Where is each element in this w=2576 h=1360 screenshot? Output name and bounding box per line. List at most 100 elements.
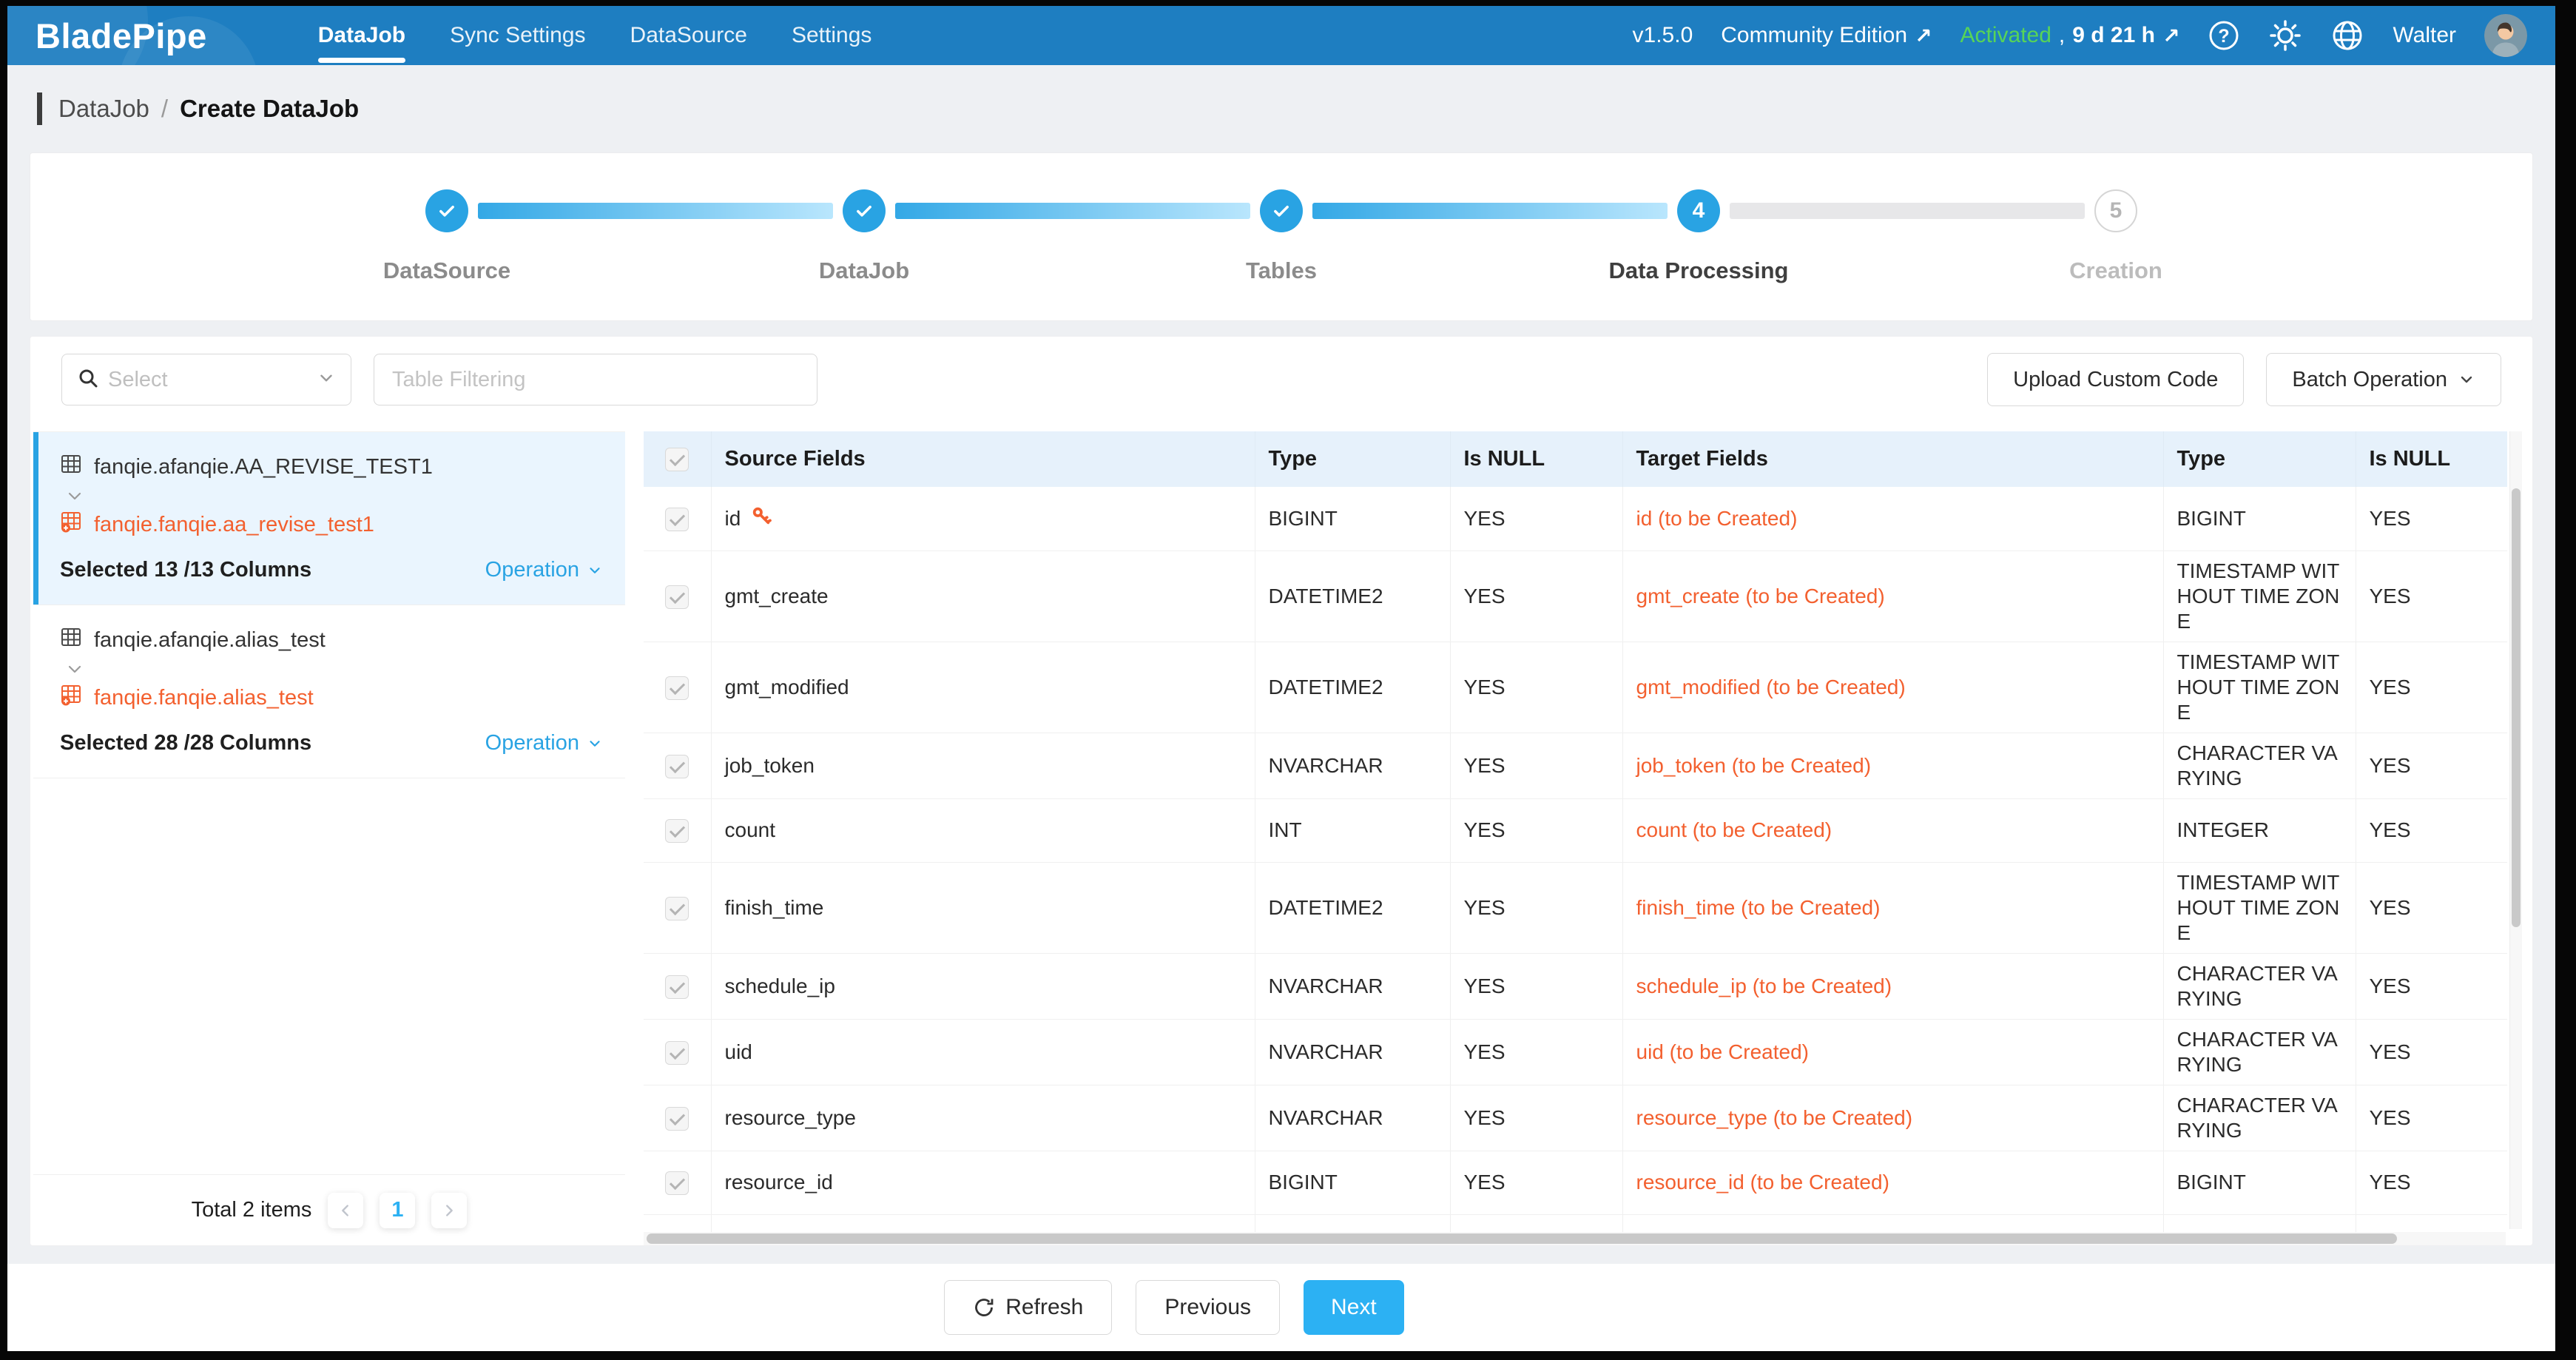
target-field-name[interactable]: resource_type (to be Created) (1622, 1085, 2163, 1151)
target-is-null-value: YES (2356, 487, 2507, 551)
source-table-icon (60, 626, 82, 654)
target-field-name[interactable]: id (to be Created) (1622, 487, 2163, 551)
row-checkbox[interactable] (665, 508, 689, 531)
breadcrumb-accent-bar (37, 92, 42, 125)
source-is-null-value: YES (1450, 1151, 1622, 1214)
nav-item-datasource[interactable]: DataSource (608, 6, 769, 65)
source-field-type: DATETIME2 (1255, 862, 1450, 953)
operation-dropdown[interactable]: Operation (485, 558, 603, 582)
nav-menu: DataJobSync SettingsDataSourceSettings (296, 6, 894, 65)
target-is-null-value: YES (2356, 1151, 2507, 1214)
field-table-row: schedule_ip NVARCHAR YES schedule_ip (to… (644, 953, 2507, 1019)
table-filtering-input[interactable] (374, 354, 817, 405)
target-is-null-value: YES (2356, 1019, 2507, 1085)
target-field-type: BIGINT (2163, 487, 2356, 551)
step-label-data-processing: Data Processing (1609, 257, 1789, 284)
step-indicator-datasource (425, 189, 468, 232)
source-field-name: finish_time (725, 895, 824, 920)
row-checkbox[interactable] (665, 676, 689, 700)
batch-operation-button[interactable]: Batch Operation (2266, 353, 2501, 406)
row-checkbox[interactable] (665, 585, 689, 609)
table-pair-card[interactable]: fanqie.afanqie.alias_test fanqie.fanqie.… (33, 605, 625, 778)
target-field-name[interactable]: gmt_create (to be Created) (1622, 551, 2163, 642)
source-field-type: NVARCHAR (1255, 1019, 1450, 1085)
source-field-type: NVARCHAR (1255, 733, 1450, 798)
target-field-name[interactable]: schedule_ip (to be Created) (1622, 953, 2163, 1019)
row-checkbox[interactable] (665, 975, 689, 999)
source-field-name: gmt_create (725, 584, 829, 609)
theme-sun-icon[interactable] (2268, 18, 2302, 53)
pagination-prev-button[interactable] (328, 1193, 363, 1228)
field-table-row: uid NVARCHAR YES uid (to be Created) CHA… (644, 1019, 2507, 1085)
target-field-name[interactable]: uid (to be Created) (1622, 1019, 2163, 1085)
source-field-name: count (725, 818, 776, 843)
target-field-name[interactable]: job_token (to be Created) (1622, 733, 2163, 798)
user-name[interactable]: Walter (2393, 23, 2456, 48)
column-header-target-fields: Target Fields (1622, 431, 2163, 487)
row-checkbox[interactable] (665, 1107, 689, 1131)
pagination-page-1[interactable]: 1 (380, 1193, 415, 1228)
wizard-steps: DataSourceDataJobTables4Data Processing5… (238, 189, 2324, 284)
refresh-label: Refresh (1005, 1295, 1083, 1320)
source-field-type: NVARCHAR (1255, 953, 1450, 1019)
step-label-creation: Creation (2069, 257, 2162, 284)
row-checkbox[interactable] (665, 755, 689, 778)
nav-item-datajob[interactable]: DataJob (296, 6, 428, 65)
target-is-null-value: YES (2356, 953, 2507, 1019)
target-field-name[interactable]: resource_id (to be Created) (1622, 1151, 2163, 1214)
horizontal-scrollbar-thumb[interactable] (647, 1233, 2397, 1244)
breadcrumb-separator: / (161, 95, 168, 123)
app-logo[interactable]: BladePipe (36, 16, 207, 56)
table-select-dropdown[interactable]: Select (61, 354, 351, 405)
field-table-row: finish_time DATETIME2 YES finish_time (t… (644, 862, 2507, 953)
operation-dropdown[interactable]: Operation (485, 731, 603, 755)
vertical-scrollbar[interactable] (2509, 431, 2522, 1229)
target-field-name[interactable]: count (to be Created) (1622, 798, 2163, 862)
next-button[interactable]: Next (1304, 1280, 1404, 1335)
wizard-step-creation: 5 Creation (1907, 189, 2324, 284)
target-field-type: CHARACTER VARYING (2163, 1085, 2356, 1151)
field-table-row: count INT YES count (to be Created) INTE… (644, 798, 2507, 862)
wizard-step-datajob: DataJob (655, 189, 1073, 284)
license-link[interactable]: Activated , 9 d 21 h ↗ (1960, 23, 2180, 48)
target-field-name[interactable]: finish_time (to be Created) (1622, 862, 2163, 953)
table-pair-list: fanqie.afanqie.AA_REVISE_TEST1 fanqie.fa… (33, 432, 625, 778)
language-globe-icon[interactable] (2330, 18, 2364, 53)
breadcrumb-parent[interactable]: DataJob (58, 95, 149, 123)
help-icon[interactable]: ? (2208, 19, 2240, 52)
chevron-down-icon (317, 368, 336, 391)
step-indicator-datajob (843, 189, 886, 232)
field-mapping-table: Source Fields Type Is NULL Target Fields… (644, 431, 2507, 1245)
column-header-target-type: Type (2163, 431, 2356, 487)
expand-chevron-icon[interactable] (66, 487, 603, 505)
target-field-type: CHARACTER VARYING (2163, 1019, 2356, 1085)
nav-item-sync-settings[interactable]: Sync Settings (428, 6, 607, 65)
user-avatar[interactable] (2484, 14, 2527, 57)
table-pair-sidebar: fanqie.afanqie.AA_REVISE_TEST1 fanqie.fa… (33, 431, 625, 1245)
vertical-scrollbar-thumb[interactable] (2512, 488, 2521, 927)
table-pair-card[interactable]: fanqie.afanqie.AA_REVISE_TEST1 fanqie.fa… (33, 432, 625, 605)
source-is-null-value: YES (1450, 551, 1622, 642)
target-field-name[interactable]: gmt_modified (to be Created) (1622, 642, 2163, 733)
expand-chevron-icon[interactable] (66, 660, 603, 678)
row-checkbox[interactable] (665, 1041, 689, 1065)
refresh-button[interactable]: Refresh (944, 1280, 1112, 1335)
upload-custom-code-button[interactable]: Upload Custom Code (1987, 353, 2244, 406)
target-is-null-value: YES (2356, 733, 2507, 798)
edition-link[interactable]: Community Edition ↗ (1721, 23, 1932, 48)
row-checkbox[interactable] (665, 897, 689, 920)
row-checkbox[interactable] (665, 1171, 689, 1195)
row-checkbox[interactable] (665, 819, 689, 843)
previous-button[interactable]: Previous (1136, 1280, 1280, 1335)
source-field-name: gmt_modified (725, 675, 849, 700)
operation-label: Operation (485, 558, 579, 582)
column-header-target-is-null: Is NULL (2356, 431, 2507, 487)
nav-item-settings[interactable]: Settings (769, 6, 894, 65)
select-all-checkbox[interactable] (665, 448, 689, 471)
horizontal-scrollbar[interactable] (644, 1232, 2506, 1245)
field-table-row: id BIGINT YES id (to be Created) BIGINT … (644, 487, 2507, 551)
step-indicator-creation: 5 (2094, 189, 2137, 232)
source-field-type: DATETIME2 (1255, 551, 1450, 642)
pagination-next-button[interactable] (431, 1193, 467, 1228)
selected-columns-label: Selected 28 /28 Columns (60, 731, 311, 755)
